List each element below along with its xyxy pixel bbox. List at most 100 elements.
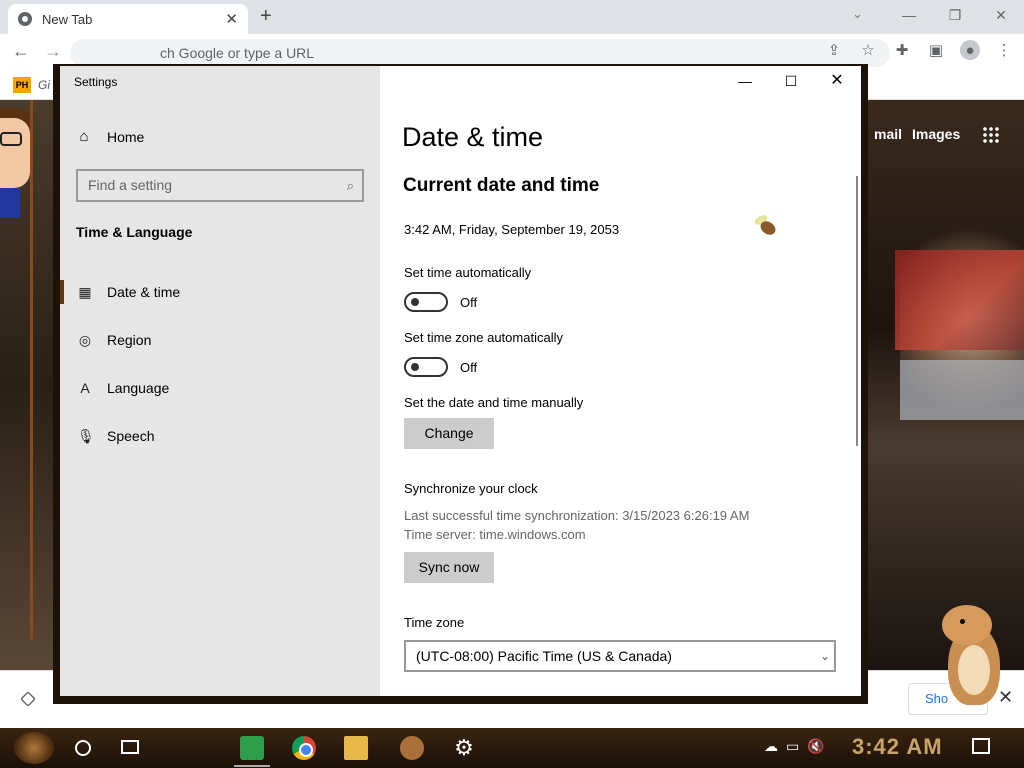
- chrome-app-icon[interactable]: [292, 736, 316, 760]
- sidebar-item-label: Date & time: [107, 284, 181, 300]
- globe-icon: ◎: [78, 331, 92, 348]
- tab-close-icon[interactable]: ✕: [225, 10, 238, 28]
- profile-avatar-icon[interactable]: ●: [960, 40, 980, 60]
- sidebar-item-speech[interactable]: 🎙 Speech: [60, 414, 380, 458]
- sheets-app-icon[interactable]: [240, 736, 264, 760]
- sync-heading: Synchronize your clock: [404, 481, 538, 496]
- settings-window-body: Settings ⌂ Home Find a setting ⌕ Time & …: [60, 66, 861, 696]
- sync-now-button[interactable]: Sync now: [404, 552, 494, 583]
- notification-icon[interactable]: [972, 738, 990, 754]
- task-view-icon[interactable]: [121, 740, 139, 754]
- chevron-down-icon: ⌄: [819, 649, 830, 663]
- file-explorer-icon[interactable]: [344, 736, 368, 760]
- minimize-icon[interactable]: —: [722, 66, 768, 96]
- set-time-auto-state: Off: [460, 295, 478, 310]
- extensions-icon[interactable]: ✚: [892, 40, 912, 60]
- sheets-active-indicator: [234, 765, 270, 767]
- tab-search-icon[interactable]: ⌄: [852, 6, 863, 22]
- set-time-auto-label: Set time automatically: [404, 265, 532, 280]
- microphone-icon: 🎙: [77, 427, 95, 444]
- settings-gear-icon[interactable]: ⚙: [452, 736, 476, 760]
- system-tray: ☁ ▭ 🔇: [764, 738, 825, 755]
- bookmark-label[interactable]: Gi: [38, 78, 50, 92]
- ph-bookmark-icon[interactable]: PH: [13, 77, 31, 93]
- language-icon: A: [80, 380, 90, 396]
- side-panel-icon[interactable]: ▣: [926, 40, 946, 60]
- back-arrow-icon[interactable]: ←: [12, 41, 30, 62]
- sidebar-section-title: Time & Language: [76, 224, 193, 240]
- forward-arrow-icon[interactable]: →: [44, 41, 62, 62]
- new-tab-button[interactable]: +: [260, 5, 272, 28]
- search-icon: ⌕: [346, 178, 354, 193]
- content-scrollbar[interactable]: [856, 176, 858, 446]
- set-timezone-auto-label: Set time zone automatically: [404, 330, 563, 345]
- browser-close-icon[interactable]: ✕: [978, 0, 1024, 30]
- cartoon-character: [0, 108, 34, 218]
- timezone-value: (UTC-08:00) Pacific Time (US & Canada): [416, 648, 672, 664]
- customize-icon[interactable]: [20, 691, 36, 707]
- images-link[interactable]: Images: [912, 126, 960, 142]
- home-icon: ⌂: [79, 128, 89, 145]
- settings-content: — ☐ ✕ Date & time Current date and time …: [380, 66, 861, 696]
- sidebar-item-language[interactable]: A Language: [60, 366, 380, 410]
- sidebar-item-region[interactable]: ◎ Region: [60, 318, 380, 362]
- hamster-eye: [960, 619, 965, 624]
- settings-window-title: Settings: [74, 75, 118, 89]
- change-button[interactable]: Change: [404, 418, 494, 449]
- volume-muted-icon[interactable]: 🔇: [807, 738, 824, 755]
- current-datetime: 3:42 AM, Friday, September 19, 2053: [404, 222, 620, 237]
- sidebar-item-label: Speech: [107, 428, 155, 444]
- section-heading: Current date and time: [403, 175, 600, 196]
- background-red-awning: [895, 250, 1024, 350]
- hamster-belly: [958, 645, 990, 695]
- timezone-select[interactable]: (UTC-08:00) Pacific Time (US & Canada) ⌄: [404, 640, 836, 672]
- network-icon[interactable]: ▭: [786, 738, 799, 755]
- settings-window: Settings ⌂ Home Find a setting ⌕ Time & …: [53, 64, 868, 704]
- page-title: Date & time: [402, 122, 544, 152]
- bookmark-star-icon[interactable]: ☆: [858, 40, 878, 60]
- sidebar-item-label: Language: [107, 380, 170, 396]
- set-time-auto-toggle[interactable]: [404, 292, 448, 312]
- share-icon[interactable]: ⇪: [824, 40, 844, 60]
- omnibox-placeholder: ch Google or type a URL: [160, 45, 315, 61]
- browser-minimize-icon[interactable]: —: [886, 0, 932, 30]
- sidebar-home-label: Home: [107, 128, 145, 145]
- sidebar-item-date-time[interactable]: ▦ Date & time: [60, 270, 380, 314]
- taskbar-clock[interactable]: 3:42 AM: [852, 734, 943, 760]
- manual-date-time-label: Set the date and time manually: [404, 395, 584, 410]
- omnibox[interactable]: ch Google or type a URL: [70, 39, 890, 67]
- more-menu-icon[interactable]: ⋮: [994, 40, 1014, 60]
- browser-tab-strip: New Tab ✕ + ⌄ — ❐ ✕: [0, 0, 1024, 34]
- cloud-icon[interactable]: ☁: [764, 738, 778, 755]
- start-button[interactable]: [14, 732, 54, 764]
- set-timezone-auto-state: Off: [460, 360, 478, 375]
- character-shirt: [0, 188, 20, 218]
- taskbar: ⚙ ☁ ▭ 🔇 3:42 AM: [0, 728, 1024, 768]
- chrome-favicon-icon: [18, 12, 32, 26]
- sidebar-item-home[interactable]: ⌂ Home: [76, 128, 144, 145]
- settings-sidebar: Settings ⌂ Home Find a setting ⌕ Time & …: [60, 66, 380, 696]
- set-timezone-auto-toggle[interactable]: [404, 357, 448, 377]
- gmail-link[interactable]: mail: [874, 126, 902, 142]
- background-sign: [900, 360, 1024, 420]
- hamster-app-icon[interactable]: [400, 736, 424, 760]
- close-icon[interactable]: ✕: [814, 66, 860, 96]
- browser-restore-icon[interactable]: ❐: [932, 0, 978, 30]
- time-server-text: Time server: time.windows.com: [404, 527, 586, 542]
- browser-tab-title: New Tab: [42, 11, 93, 27]
- character-glasses: [0, 132, 22, 146]
- settings-search-placeholder: Find a setting: [88, 177, 173, 193]
- cortana-icon[interactable]: [75, 740, 91, 756]
- browser-tab[interactable]: New Tab ✕: [8, 4, 248, 34]
- maximize-icon[interactable]: ☐: [768, 66, 814, 96]
- browser-toolbar-icons: ⇪ ☆ ✚ ▣ ● ⋮: [824, 40, 1014, 60]
- timezone-label: Time zone: [404, 615, 465, 630]
- settings-search-input[interactable]: Find a setting ⌕: [76, 169, 364, 202]
- hamster-mascot: [940, 605, 1004, 705]
- bee-cursor-icon: [752, 213, 780, 238]
- browser-window-controls: — ❐ ✕: [886, 0, 1024, 30]
- hamster-head: [942, 605, 992, 645]
- character-face: [0, 118, 30, 188]
- google-apps-icon[interactable]: [982, 126, 1000, 144]
- last-sync-text: Last successful time synchronization: 3/…: [404, 508, 750, 523]
